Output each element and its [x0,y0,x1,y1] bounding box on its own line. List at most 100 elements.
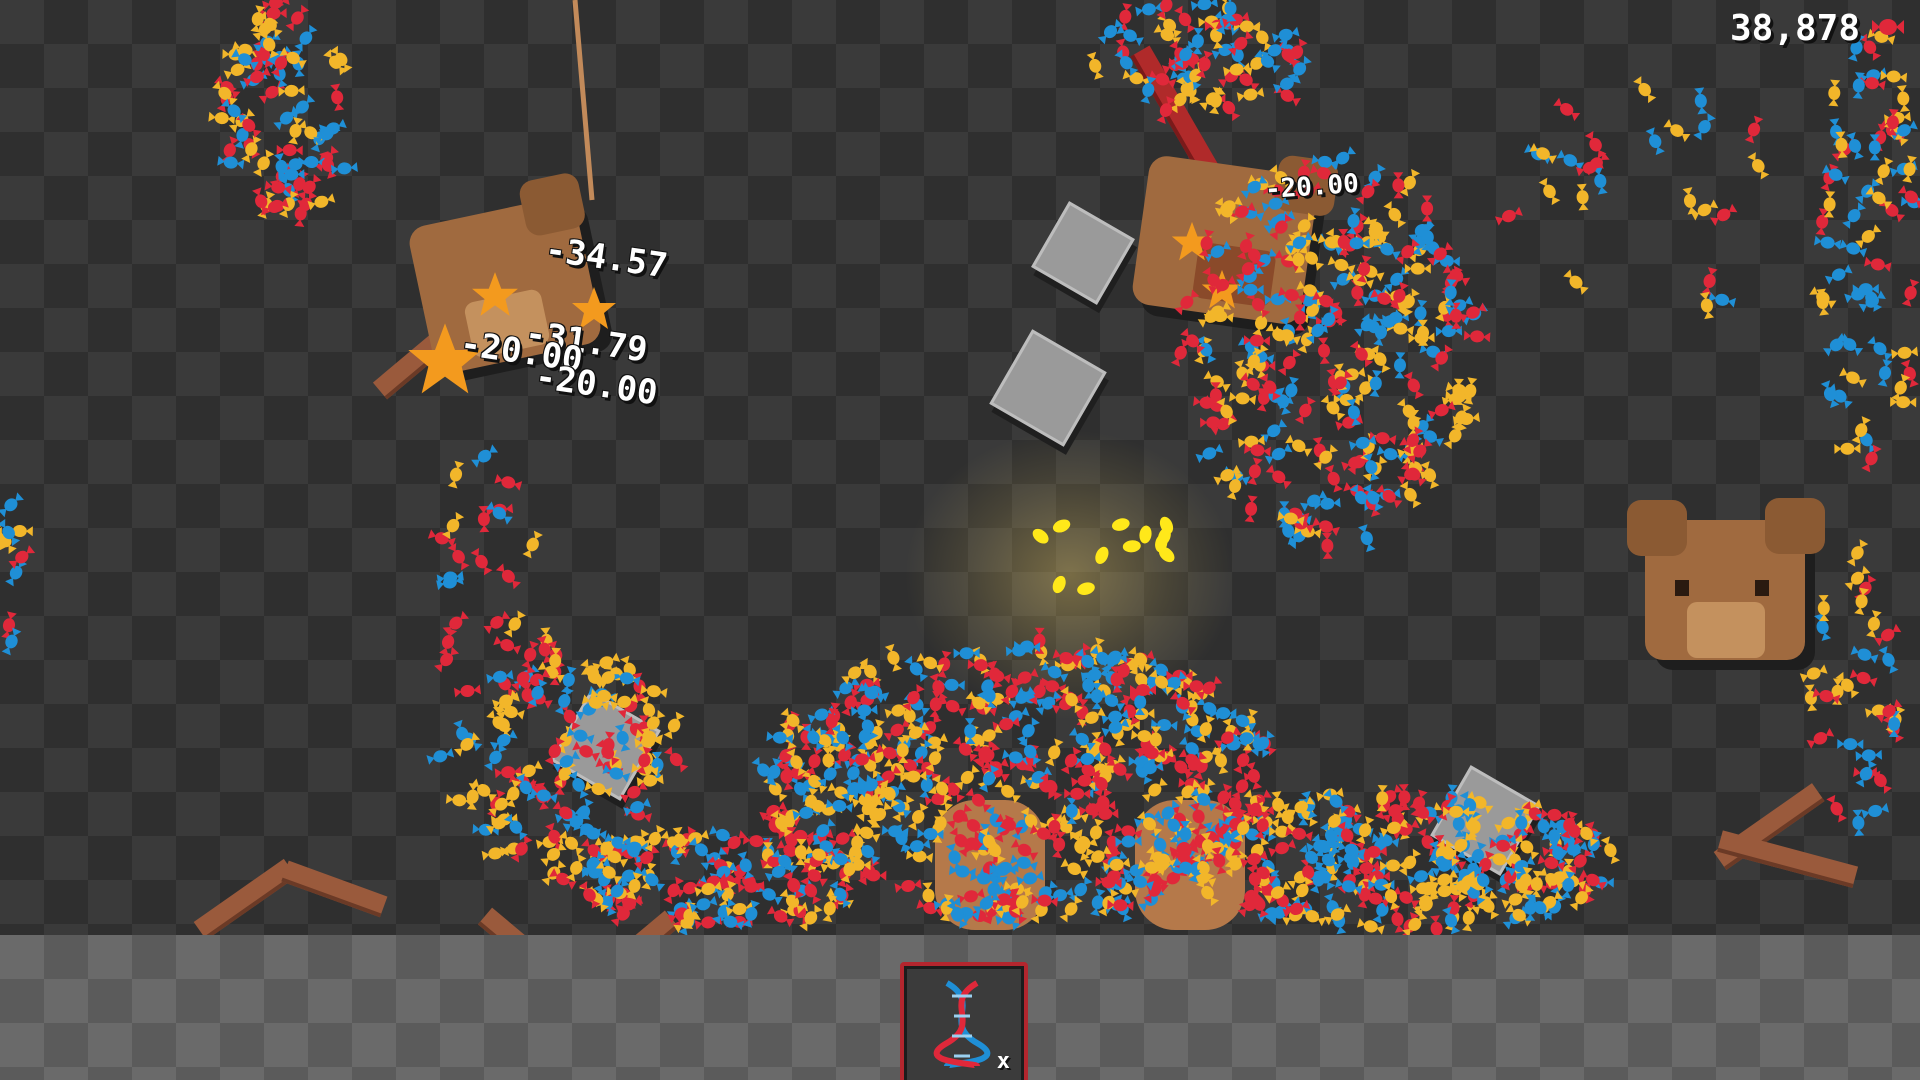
candy [1882,715,1905,743]
candy [1362,455,1388,482]
candy [593,865,616,894]
candy [1039,772,1063,801]
candy [1363,453,1380,481]
candy [258,11,283,38]
candy [1663,119,1691,143]
candy [866,801,893,828]
candy [1097,18,1124,45]
candy [319,151,337,179]
candy [0,518,21,547]
candy [763,775,788,803]
candy [800,723,813,750]
candy [1233,732,1260,745]
candy [1346,207,1361,235]
candy [1854,587,1869,616]
candy [771,849,798,874]
candy [1146,748,1175,765]
candy [623,797,652,817]
candy [1328,817,1354,844]
candy [850,704,878,717]
candy [779,721,797,750]
candy [1877,359,1893,387]
game-scene[interactable]: -34.57 -31.79 -20.00 -20.00 -20.00 38,87… [0,0,1920,1080]
candy [1354,870,1378,898]
candy [1020,774,1048,791]
candy [250,5,266,33]
candy [1068,727,1096,752]
candy [258,80,286,105]
candy [1097,762,1114,791]
candy [1222,465,1251,486]
candy [492,689,519,715]
dna-tool-slot[interactable]: x [900,962,1028,1080]
candy [1413,299,1428,327]
candy [1305,317,1330,344]
candy [1333,363,1348,391]
candy [1294,396,1316,425]
candy [1326,368,1342,396]
candy [1360,845,1387,858]
candy [1391,289,1414,317]
candy [5,558,28,587]
candy [1400,433,1423,462]
candy [434,646,460,673]
candy [289,170,309,198]
candy [1400,461,1427,487]
candy [799,904,823,932]
candy [1090,888,1106,917]
candy [330,162,358,175]
candy [1251,23,1273,52]
candy [581,838,608,864]
teddy-bear-head[interactable] [1627,498,1825,660]
bear-eye [1675,580,1689,596]
candy [1890,120,1918,141]
candy [868,719,885,747]
candy [952,736,978,763]
candy [849,774,875,801]
candy [1441,268,1462,297]
candy [483,610,511,635]
candy [1747,152,1770,180]
candy [1118,3,1133,31]
candy [1174,40,1197,69]
candy [1195,443,1224,464]
plank [193,858,297,941]
candy [1073,828,1095,857]
candy [445,793,473,807]
candy [1279,516,1298,545]
candy [477,505,490,533]
candy [1349,340,1374,368]
candy [1865,186,1893,210]
candy [1354,343,1383,365]
candy [1180,76,1201,105]
candy [1246,865,1264,893]
candy [1135,2,1163,17]
candy [522,530,543,559]
candy [1278,501,1291,528]
candy [1576,183,1589,211]
candy [603,661,630,687]
candy [1416,426,1445,447]
candy [1244,495,1258,523]
candy [613,670,641,687]
candy [828,828,857,849]
candy [1136,761,1164,776]
candy [1445,390,1472,403]
candy [1368,222,1392,250]
candy [1463,330,1491,343]
candy [651,751,664,779]
candy [1193,752,1211,780]
candy [977,763,1002,791]
candy [1460,302,1489,326]
candy [1524,143,1552,165]
candy [1282,899,1311,919]
candy [742,834,770,848]
candy [1128,707,1155,720]
candy [663,711,685,740]
candy [972,739,997,767]
candy [1267,899,1293,926]
candy [786,748,807,776]
candy [1426,241,1454,266]
candy [1502,905,1530,930]
candy [737,880,765,893]
